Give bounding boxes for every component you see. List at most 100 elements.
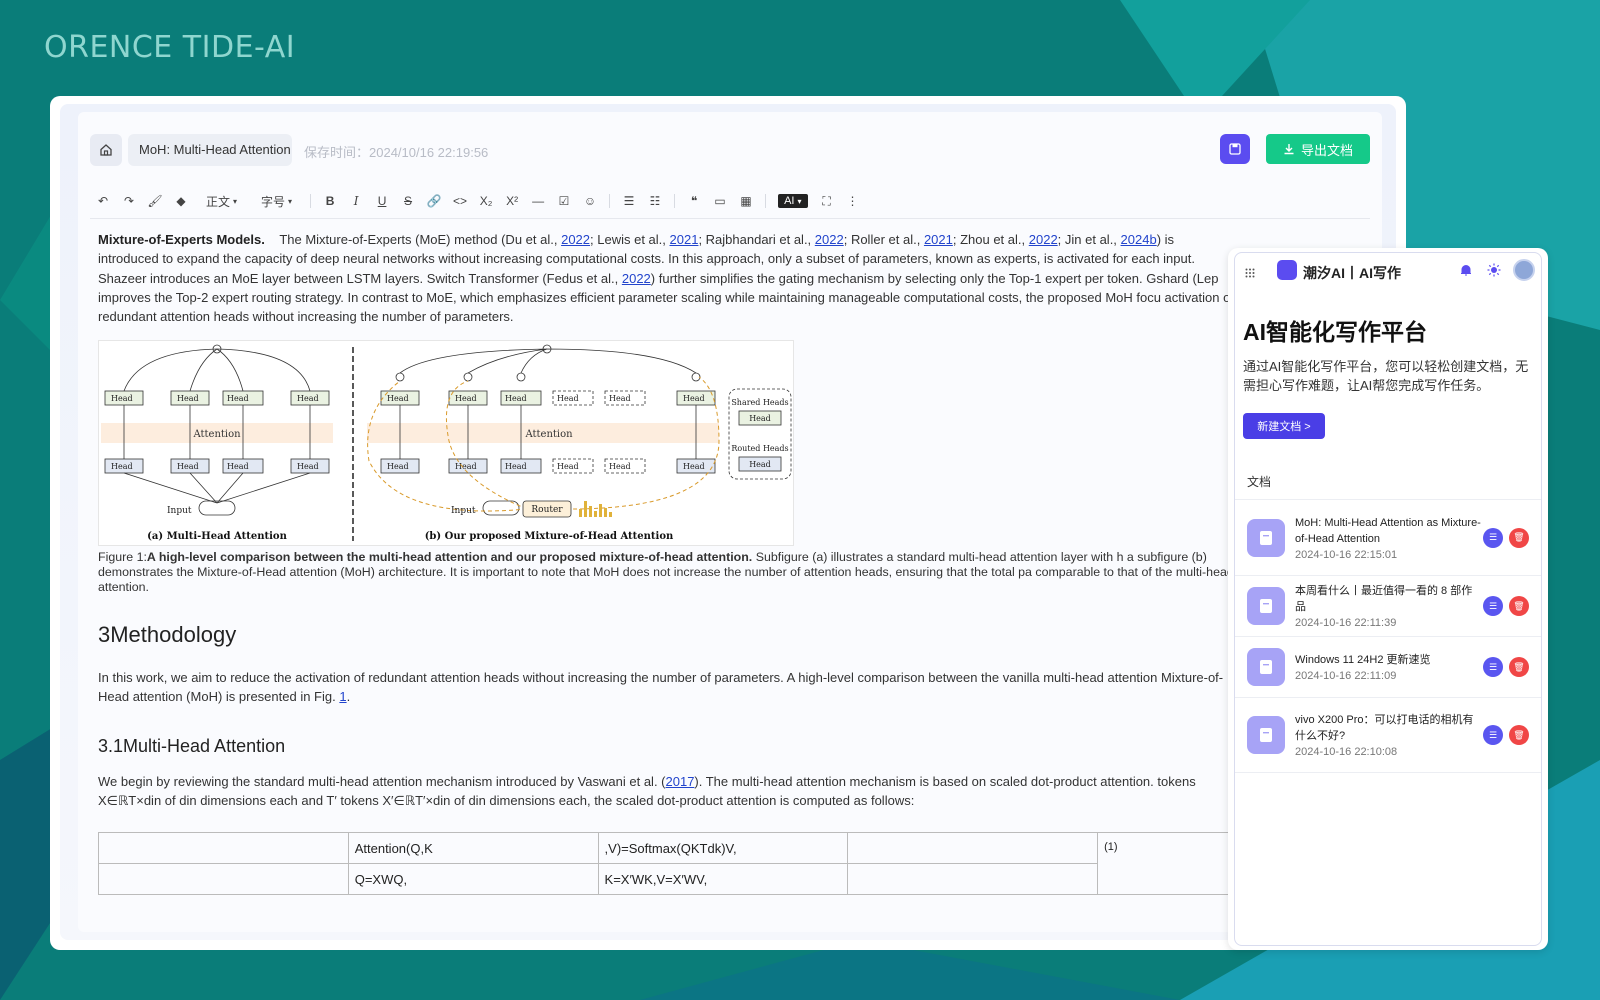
export-document-button[interactable]: 导出文档 xyxy=(1266,134,1370,164)
bullet-list-button[interactable]: ☰ xyxy=(616,190,642,212)
document-title: Windows 11 24H2 更新速览 xyxy=(1295,654,1431,666)
new-document-button[interactable]: 新建文档 > xyxy=(1243,413,1325,439)
font-size-select[interactable]: 字号 ▾ xyxy=(255,193,298,210)
head-label: Head xyxy=(111,462,133,471)
section-heading-methodology: 3Methodology xyxy=(98,622,237,647)
redo-icon: ↷ xyxy=(123,194,135,208)
text-span: ; Zhou et al., xyxy=(952,232,1026,247)
citation-link[interactable]: 2024b xyxy=(1121,232,1157,247)
document-title: vivo X200 Pro：可以打电话的相机有什么不好? xyxy=(1295,714,1474,742)
trash-icon: 🗑 xyxy=(1513,600,1525,611)
head-label: Head xyxy=(387,394,409,403)
caption-b: (b) Our proposed Mixture-of-Head Attenti… xyxy=(425,531,674,542)
home-button[interactable] xyxy=(90,134,122,166)
strikethrough-button[interactable]: S xyxy=(395,190,421,212)
theme-toggle-button[interactable] xyxy=(1487,263,1501,282)
strikethrough-icon: S xyxy=(404,194,413,208)
document-menu-button[interactable]: ☰ xyxy=(1483,725,1503,745)
delete-document-button[interactable]: 🗑 xyxy=(1509,725,1529,745)
table-cell: ,V)=Softmax(QKTdk)V, xyxy=(597,832,849,864)
head-label: Head xyxy=(455,394,477,403)
home-icon xyxy=(100,144,112,156)
subscript-button[interactable]: X₂ xyxy=(473,190,499,212)
list-item[interactable]: Windows 11 24H2 更新速览 2024-10-16 22:11:09 … xyxy=(1235,636,1541,697)
save-button[interactable] xyxy=(1220,134,1250,164)
undo-button[interactable]: ↶ xyxy=(90,190,116,212)
fullscreen-button[interactable]: ⛶ xyxy=(814,190,840,212)
link-icon: 🔗 xyxy=(426,194,442,208)
document-title-input[interactable]: MoH: Multi-Head Attention as Mixture-of-… xyxy=(128,134,292,166)
section-heading-multi-head-attention: 3.1Multi-Head Attention xyxy=(98,736,286,756)
format-painter-button[interactable]: 🖌 xyxy=(142,190,168,212)
clear-format-button[interactable]: ◆ xyxy=(168,190,194,212)
code-icon: <> xyxy=(453,194,468,208)
superscript-icon: X² xyxy=(506,194,519,208)
sun-icon xyxy=(1487,263,1501,277)
head-label: Head xyxy=(749,460,771,469)
text-span: In this work, we aim to reduce the activ… xyxy=(98,670,1224,705)
more-button[interactable]: ⋮ xyxy=(840,190,866,212)
italic-button[interactable]: I xyxy=(343,190,369,212)
equation-number: (1) xyxy=(1097,832,1238,895)
redo-button[interactable]: ↷ xyxy=(116,190,142,212)
save-time: 保存时间：2024/10/16 22:19:56 xyxy=(304,145,489,160)
link-button[interactable]: 🔗 xyxy=(421,190,447,212)
list-item[interactable]: vivo X200 Pro：可以打电话的相机有什么不好? 2024-10-16 2… xyxy=(1235,697,1541,773)
table-row: Q=XWQ, K=X′WK,V=X′WV, xyxy=(98,863,1238,895)
emoji-icon: ☺ xyxy=(583,194,597,208)
bold-button[interactable]: B xyxy=(317,190,343,212)
caption-a: (a) Multi-Head Attention xyxy=(147,531,287,542)
checkbox-icon: ☑ xyxy=(558,194,570,208)
document-content[interactable]: Mixture-of-Experts Models. The Mixture-o… xyxy=(98,230,1238,895)
eraser-icon: ◆ xyxy=(176,194,186,208)
list-item[interactable]: MoH: Multi-Head Attention as Mixture-of-… xyxy=(1235,499,1541,575)
trash-icon: 🗑 xyxy=(1513,661,1525,672)
citation-link[interactable]: 2022 xyxy=(622,271,651,286)
figure-link[interactable]: 1 xyxy=(339,689,346,704)
document-menu-button[interactable]: ☰ xyxy=(1483,596,1503,616)
paragraph-style-select[interactable]: 正文 ▾ xyxy=(200,193,243,210)
apps-menu-button[interactable] xyxy=(1245,265,1255,283)
head-label: Head xyxy=(557,394,579,403)
horizontal-rule-button[interactable]: — xyxy=(525,190,551,212)
citation-link[interactable]: 2021 xyxy=(670,232,699,247)
routed-heads-label: Routed Heads xyxy=(731,444,788,453)
caret-down-icon: ▾ xyxy=(288,196,293,206)
delete-document-button[interactable]: 🗑 xyxy=(1509,527,1529,548)
citation-link[interactable]: 2022 xyxy=(561,232,590,247)
document-menu-button[interactable]: ☰ xyxy=(1483,657,1503,677)
toolbar-separator xyxy=(310,194,312,208)
task-list-button[interactable]: ☑ xyxy=(551,190,577,212)
citation-link[interactable]: 2017 xyxy=(666,774,695,789)
superscript-button[interactable]: X² xyxy=(499,190,525,212)
editor-frame: MoH: Multi-Head Attention as Mixture-of-… xyxy=(60,104,1396,940)
citation-link[interactable]: 2022 xyxy=(815,232,844,247)
ordered-list-button[interactable]: ☷ xyxy=(642,190,668,212)
head-label: Head xyxy=(609,394,631,403)
caption-bold: A high-level comparison between the mult… xyxy=(146,550,753,564)
delete-document-button[interactable]: 🗑 xyxy=(1509,657,1529,677)
head-label: Head xyxy=(227,462,249,471)
ai-menu-button[interactable]: AI ▾ xyxy=(778,194,808,208)
bullet-list-icon: ☰ xyxy=(623,194,635,208)
emoji-button[interactable]: ☺ xyxy=(577,190,603,212)
app-logo-icon xyxy=(1277,260,1297,280)
list-item[interactable]: 本周看什么丨最近值得一看的 8 部作品 2024-10-16 22:11:39 ☰… xyxy=(1235,575,1541,636)
notification-button[interactable] xyxy=(1459,263,1473,282)
code-button[interactable]: <> xyxy=(447,190,473,212)
moe-paragraph: Mixture-of-Experts Models. The Mixture-o… xyxy=(98,230,1238,326)
underline-button[interactable]: U xyxy=(369,190,395,212)
quote-button[interactable]: ❝ xyxy=(681,190,707,212)
avatar[interactable] xyxy=(1513,259,1535,281)
citation-link[interactable]: 2022 xyxy=(1029,232,1058,247)
delete-document-button[interactable]: 🗑 xyxy=(1509,596,1529,616)
code-block-button[interactable]: ▭ xyxy=(707,190,733,212)
ai-writing-panel: 潮汐AI丨AI写作 AI智能化写作平台 通过AI智能化写作平台，您可以轻松创建文… xyxy=(1228,248,1548,950)
table-cell: Q=XWQ, xyxy=(347,863,599,895)
text-span: The Mixture-of-Experts (MoE) method (Du … xyxy=(279,232,558,247)
quote-icon: ❝ xyxy=(690,194,698,208)
citation-link[interactable]: 2021 xyxy=(924,232,953,247)
panel-brand: 潮汐AI丨AI写作 xyxy=(1303,265,1401,281)
document-menu-button[interactable]: ☰ xyxy=(1483,527,1503,548)
table-button[interactable]: ▦ xyxy=(733,190,759,212)
